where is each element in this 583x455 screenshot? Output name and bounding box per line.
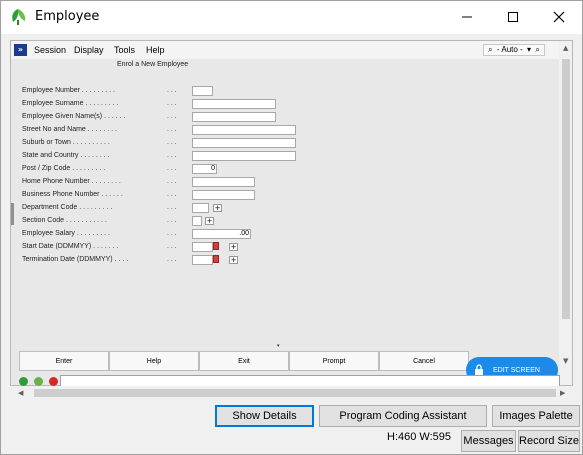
cancel-button[interactable]: Cancel [379, 351, 469, 371]
refresh-icon[interactable] [34, 377, 43, 386]
label-section-code: Section Code . . . . . . . . . . . [22, 217, 107, 224]
employee-number-input[interactable] [192, 86, 213, 96]
department-prompt-plus-icon[interactable]: + [213, 204, 222, 212]
scroll-down-icon[interactable]: ▼ [563, 357, 568, 365]
form-canvas: » Session Display Tools Help ⌕ - Auto - … [10, 40, 573, 386]
section-prompt-plus-icon[interactable]: + [205, 217, 214, 225]
program-coding-assistant-button[interactable]: Program Coding Assistant [319, 405, 487, 427]
minimize-button[interactable] [444, 1, 490, 33]
label-employee-surname: Employee Surname . . . . . . . . . [22, 100, 119, 107]
form-subtitle: Enrol a New Employee [117, 61, 189, 68]
dots: . . . [167, 113, 177, 120]
home-phone-input[interactable] [192, 177, 255, 187]
function-key-bar: Enter Help Exit Prompt Cancel [19, 351, 469, 371]
scroll-up-icon[interactable]: ▲ [563, 44, 568, 52]
more-indicator-icon: ▾ [277, 343, 280, 349]
dots: . . . [167, 139, 177, 146]
label-employee-number: Employee Number . . . . . . . . . [22, 87, 115, 94]
zoom-value: - Auto - [496, 45, 523, 54]
prompt-button[interactable]: Prompt [289, 351, 379, 371]
error-status-icon[interactable] [49, 377, 58, 386]
label-business-phone: Business Phone Number . . . . . . [22, 191, 123, 198]
label-department-code: Department Code . . . . . . . . . [22, 204, 113, 211]
state-country-input[interactable] [192, 151, 296, 161]
label-employee-given-names: Employee Given Name(s) . . . . . . [22, 113, 126, 120]
dots: . . . [167, 204, 177, 211]
maximize-icon [508, 12, 518, 22]
scroll-left-icon[interactable]: ◀ [18, 389, 23, 397]
business-phone-input[interactable] [192, 190, 255, 200]
dots: . . . [167, 191, 177, 198]
start-date-input[interactable] [192, 242, 213, 252]
application-window: Employee » Session Display Tools Help ⌕ … [0, 0, 583, 455]
enter-button[interactable]: Enter [19, 351, 109, 371]
size-readout: H:460 W:595 [387, 431, 452, 443]
label-street: Street No and Name . . . . . . . . [22, 126, 117, 133]
label-post-code: Post / Zip Code . . . . . . . . . [22, 165, 106, 172]
close-icon [553, 11, 565, 23]
start-date-plus-icon[interactable]: + [229, 243, 238, 251]
title-bar: Employee [1, 1, 582, 34]
show-details-button[interactable]: Show Details [215, 405, 314, 427]
suburb-input[interactable] [192, 138, 296, 148]
termination-date-plus-icon[interactable]: + [229, 256, 238, 264]
menu-tools[interactable]: Tools [114, 45, 135, 55]
dots: . . . [167, 87, 177, 94]
employee-given-names-input[interactable] [192, 112, 276, 122]
dots: . . . [167, 256, 177, 263]
label-start-date: Start Date (DDMMYY) . . . . . . . [22, 243, 119, 250]
horizontal-scroll-thumb[interactable] [34, 389, 556, 397]
help-button[interactable]: Help [109, 351, 199, 371]
exit-button[interactable]: Exit [199, 351, 289, 371]
department-code-input[interactable] [192, 203, 209, 213]
maximize-button[interactable] [490, 1, 536, 33]
label-home-phone: Home Phone Number . . . . . . . . [22, 178, 121, 185]
calendar-icon[interactable] [213, 255, 219, 263]
edit-screen-label: EDIT SCREEN [493, 366, 540, 374]
dots: . . . [167, 217, 177, 224]
employee-form: Employee Number . . . . . . . . . . . . … [11, 71, 559, 351]
zoom-out-icon[interactable]: ⌕ [488, 45, 492, 55]
chevron-down-icon: ▾ [527, 45, 532, 54]
dots: . . . [167, 100, 177, 107]
label-employee-salary: Employee Salary . . . . . . . . . [22, 230, 110, 237]
menu-session[interactable]: Session [34, 45, 66, 55]
dots: . . . [167, 126, 177, 133]
dots: . . . [167, 230, 177, 237]
close-button[interactable] [536, 1, 582, 33]
dots: . . . [167, 152, 177, 159]
street-input[interactable] [192, 125, 296, 135]
termination-date-input[interactable] [192, 255, 213, 265]
zoom-in-icon[interactable]: ⌕ [535, 45, 539, 55]
app-icon [12, 9, 26, 25]
dots: . . . [167, 178, 177, 185]
record-size-button[interactable]: Record Size [518, 430, 580, 452]
calendar-icon[interactable] [213, 242, 219, 250]
images-palette-button[interactable]: Images Palette [492, 405, 580, 427]
menu-help[interactable]: Help [146, 45, 165, 55]
employee-surname-input[interactable] [192, 99, 276, 109]
dots: . . . [167, 243, 177, 250]
label-state-country: State and Country . . . . . . . . [22, 152, 110, 159]
label-suburb: Suburb or Town . . . . . . . . . . [22, 139, 110, 146]
menu-display[interactable]: Display [74, 45, 104, 55]
zoom-selector[interactable]: ⌕ - Auto - ▾ ⌕ [483, 44, 545, 56]
menu-bar: » Session Display Tools Help ⌕ - Auto - … [11, 41, 559, 59]
minimize-icon [462, 16, 472, 18]
dots: . . . [167, 165, 177, 172]
expand-arrow-icon[interactable]: » [14, 44, 27, 56]
scroll-right-icon[interactable]: ▶ [560, 389, 565, 397]
horizontal-scrollbar[interactable]: ◀ ▶ [10, 386, 573, 400]
label-termination-date: Termination Date (DDMMYY) . . . . [22, 256, 129, 263]
employee-salary-input[interactable]: .00 [192, 229, 251, 239]
messages-button[interactable]: Messages [461, 430, 516, 452]
section-code-input[interactable] [192, 216, 202, 226]
vertical-scroll-thumb[interactable] [562, 59, 570, 319]
ok-status-icon[interactable] [19, 377, 28, 386]
post-code-input[interactable]: 0 [192, 164, 217, 174]
vertical-scrollbar[interactable]: ▲ ▼ [559, 41, 572, 385]
window-title: Employee [35, 9, 100, 24]
